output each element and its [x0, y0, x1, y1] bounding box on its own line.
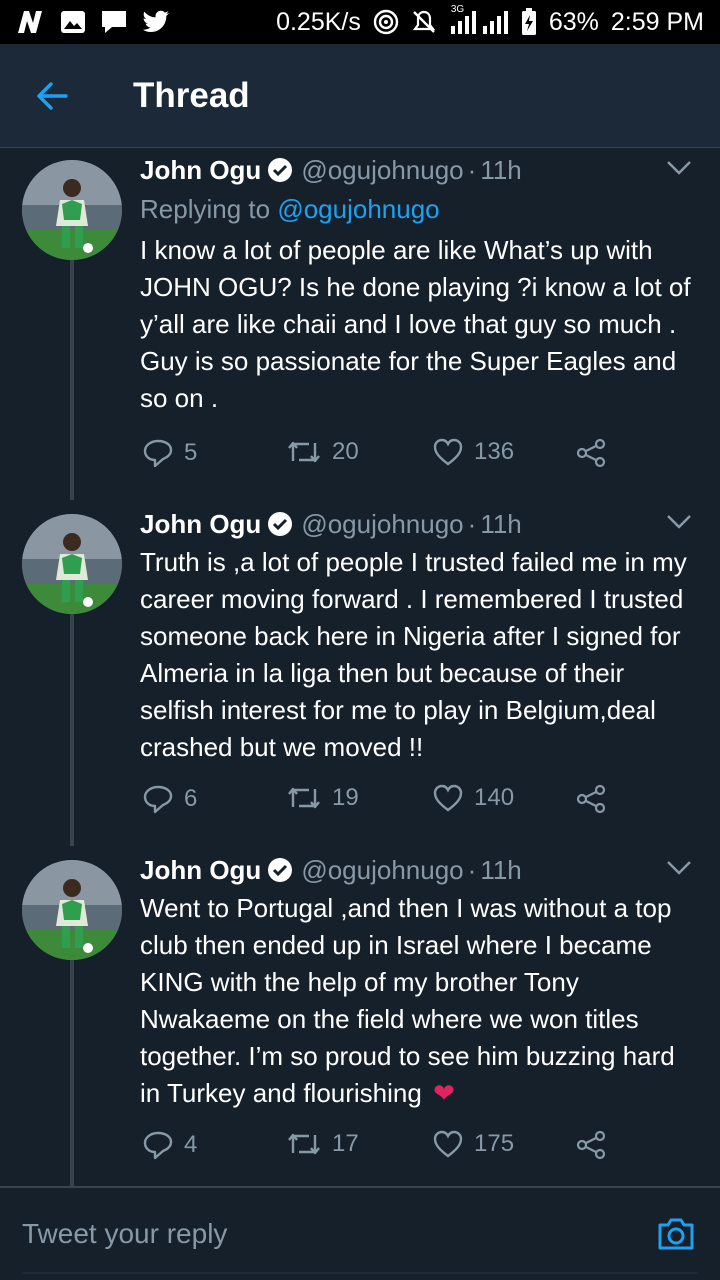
reply-input[interactable]: Tweet your reply — [22, 1218, 227, 1250]
app-bar: Thread — [0, 44, 720, 148]
tweet-text-content: Went to Portugal ,and then I was without… — [140, 893, 675, 1108]
share-button[interactable] — [576, 784, 606, 814]
tweet-header: John Ogu @ogujohnugo · 11h — [140, 850, 700, 890]
retweet-button[interactable]: 20 — [286, 438, 359, 466]
dot-separator: · — [467, 854, 477, 885]
mute-icon — [411, 9, 437, 35]
replying-mention[interactable]: @ogujohnugo — [277, 194, 439, 224]
tweet-time: 11h — [480, 854, 522, 885]
tweet-text: Truth is ,a lot of people I trusted fail… — [140, 547, 687, 762]
retweet-icon — [288, 441, 320, 463]
arrow-left-icon — [37, 82, 68, 110]
heart-icon — [433, 784, 463, 812]
like-button[interactable]: 140 — [432, 784, 514, 812]
tweet-header: John Ogu @ogujohnugo · 11h — [140, 150, 700, 190]
author-handle[interactable]: @ogujohnugo — [301, 509, 463, 540]
share-button[interactable] — [576, 1130, 606, 1160]
replying-prefix: Replying to — [140, 194, 271, 224]
reply-button[interactable]: 5 — [142, 438, 197, 468]
author-handle[interactable]: @ogujohnugo — [301, 155, 463, 186]
dot-separator: · — [467, 154, 477, 185]
hotspot-icon — [373, 9, 399, 35]
author-handle[interactable]: @ogujohnugo — [301, 855, 463, 886]
tweet[interactable]: John Ogu @ogujohnugo · 11h Went to Portu… — [0, 850, 720, 1186]
news-app-icon — [16, 9, 46, 35]
camera-button[interactable] — [656, 1216, 696, 1257]
battery-percent: 63% — [548, 7, 599, 36]
heart-icon — [433, 1130, 463, 1158]
retweet-count: 17 — [332, 1130, 359, 1157]
tweet-body: John Ogu @ogujohnugo · 11h Truth is ,a l… — [140, 504, 700, 766]
heart-emoji: ❤ — [433, 1078, 455, 1108]
reply-count: 4 — [184, 1131, 198, 1158]
tweet-text: Went to Portugal ,and then I was without… — [140, 890, 700, 1112]
tweet-time: 11h — [480, 154, 522, 185]
camera-icon — [658, 1218, 694, 1250]
back-button[interactable] — [30, 74, 74, 118]
author-name[interactable]: John Ogu — [140, 509, 261, 540]
status-bar: 0.25K/s 3G 63% 2:59 PM — [0, 0, 720, 44]
image-icon — [60, 10, 86, 34]
reply-icon — [143, 1131, 173, 1160]
tweet-body: John Ogu @ogujohnugo · 11h Replying to @… — [140, 150, 700, 417]
signal-icon: 3G — [449, 4, 509, 34]
network-speed: 0.25K/s — [276, 7, 361, 36]
share-icon — [576, 784, 606, 814]
author-name[interactable]: John Ogu — [140, 855, 261, 886]
reply-count: 5 — [184, 439, 198, 466]
battery-charging-icon — [521, 8, 537, 36]
avatar[interactable] — [22, 160, 122, 260]
avatar[interactable] — [22, 514, 122, 614]
tweet[interactable]: John Ogu @ogujohnugo · 11h Truth is ,a l… — [0, 504, 720, 840]
retweet-icon — [288, 1133, 320, 1155]
like-count: 136 — [474, 438, 515, 465]
author-name[interactable]: John Ogu — [140, 155, 261, 186]
tweet-text: I know a lot of people are like What’s u… — [140, 235, 691, 413]
verified-badge-icon — [267, 157, 293, 183]
reply-button[interactable]: 4 — [142, 1130, 197, 1160]
message-icon — [100, 9, 128, 35]
tweet[interactable]: John Ogu @ogujohnugo · 11h Replying to @… — [0, 150, 720, 490]
retweet-count: 20 — [332, 438, 359, 465]
replying-to: Replying to @ogujohnugo — [140, 190, 700, 228]
share-button[interactable] — [576, 438, 606, 468]
twitter-bird-icon — [142, 10, 170, 34]
like-button[interactable]: 136 — [432, 438, 514, 466]
reply-bar: Tweet your reply — [0, 1188, 720, 1280]
reply-button[interactable]: 6 — [142, 784, 197, 814]
tweet-header: John Ogu @ogujohnugo · 11h — [140, 504, 700, 544]
retweet-button[interactable]: 17 — [286, 1130, 359, 1158]
verified-badge-icon — [267, 857, 293, 883]
clock: 2:59 PM — [610, 7, 704, 36]
tweet-time: 11h — [480, 508, 522, 539]
like-button[interactable]: 175 — [432, 1130, 514, 1158]
heart-icon — [433, 438, 463, 466]
like-count: 140 — [474, 784, 515, 811]
page-title: Thread — [133, 76, 250, 115]
retweet-count: 19 — [332, 784, 359, 811]
avatar[interactable] — [22, 860, 122, 960]
retweet-icon — [288, 787, 320, 809]
reply-count: 6 — [184, 785, 198, 812]
reply-icon — [143, 785, 173, 814]
share-icon — [576, 438, 606, 468]
input-underline — [22, 1272, 698, 1274]
tweet-body: John Ogu @ogujohnugo · 11h Went to Portu… — [140, 850, 700, 1112]
share-icon — [576, 1130, 606, 1160]
dot-separator: · — [467, 508, 477, 539]
reply-icon — [143, 439, 173, 468]
like-count: 175 — [474, 1130, 515, 1157]
retweet-button[interactable]: 19 — [286, 784, 359, 812]
verified-badge-icon — [267, 511, 293, 537]
